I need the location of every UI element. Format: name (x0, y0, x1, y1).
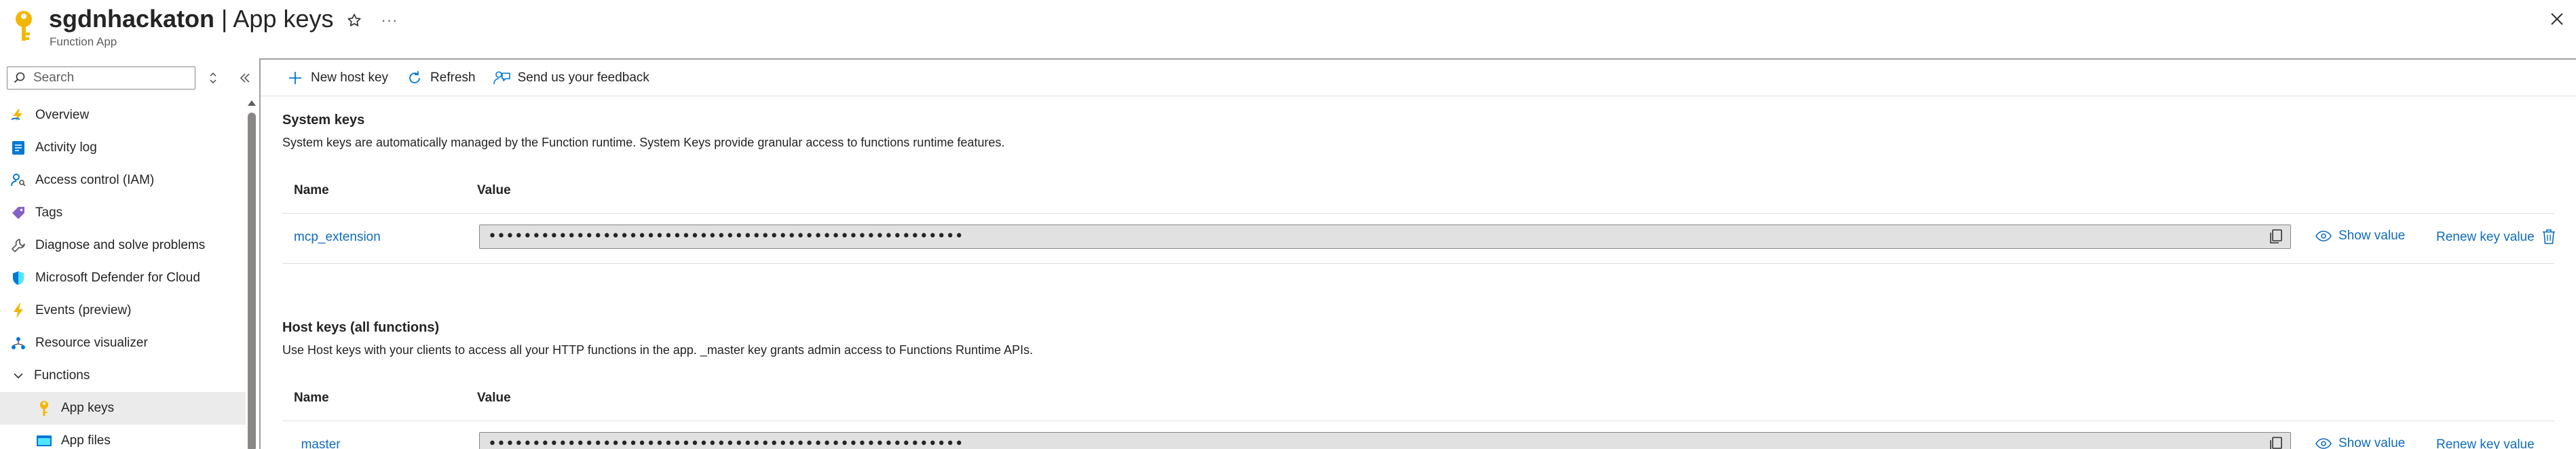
menu-list: Overview Activity log Access control (IA… (0, 99, 246, 449)
host-key-row: _master ••••••••••••••••••••••••••••••••… (282, 421, 2554, 449)
trash-icon (2543, 229, 2555, 244)
search-icon (14, 72, 25, 83)
key-name-link[interactable]: _master (294, 437, 341, 449)
collapse-menu-button[interactable] (235, 68, 255, 88)
wrench-icon (10, 237, 27, 254)
key-value-field[interactable]: ••••••••••••••••••••••••••••••••••••••••… (479, 432, 2291, 449)
menu-item-resource-visualizer[interactable]: Resource visualizer (0, 327, 246, 359)
resource-menu: Search Overview Activity log Access cont… (0, 58, 259, 449)
menu-search-input[interactable]: Search (7, 66, 195, 90)
menu-item-app-keys[interactable]: App keys (0, 392, 246, 425)
resource-type: Function App (50, 35, 117, 48)
host-keys-name-header: Name (294, 391, 329, 405)
menu-item-label: Overview (35, 108, 90, 122)
lightning-icon (10, 302, 27, 319)
sort-icon (210, 72, 216, 84)
show-value-label: Show value (2338, 229, 2406, 243)
more-options-button[interactable]: ··· (377, 8, 402, 33)
menu-item-activity-log[interactable]: Activity log (0, 132, 246, 164)
system-key-row: mcp_extension ••••••••••••••••••••••••••… (282, 214, 2555, 262)
favorite-button[interactable] (342, 8, 366, 33)
menu-item-events[interactable]: Events (preview) (0, 294, 246, 327)
menu-item-app-files[interactable]: App files (0, 425, 246, 449)
host-keys-title: Host keys (all functions) (282, 320, 440, 335)
new-host-key-button[interactable]: New host key (286, 64, 388, 92)
menu-item-access-control[interactable]: Access control (IAM) (0, 164, 246, 197)
scroll-thumb[interactable] (248, 113, 256, 449)
key-value-field[interactable]: ••••••••••••••••••••••••••••••••••••••••… (479, 224, 2291, 249)
eye-icon (2315, 231, 2332, 241)
renew-key-value-button[interactable]: Renew key value (2436, 230, 2535, 245)
system-keys-value-header: Value (477, 183, 511, 197)
plus-icon (286, 69, 304, 87)
menu-item-label: Diagnose and solve problems (35, 238, 206, 252)
delete-key-button[interactable] (2539, 227, 2558, 246)
main-content: New host key Refresh Send us your feedba… (259, 58, 2576, 449)
search-placeholder: Search (33, 71, 75, 85)
show-value-button[interactable]: Show value (2315, 436, 2405, 449)
app-files-icon (35, 432, 53, 449)
menu-item-label: App files (61, 433, 111, 448)
resource-name: sgdnhackaton (49, 5, 215, 33)
copy-icon (2270, 229, 2282, 243)
close-button[interactable] (2543, 5, 2571, 33)
menu-item-label: Access control (IAM) (35, 173, 155, 187)
chevron-down-icon (14, 373, 23, 379)
shield-icon (10, 269, 27, 287)
menu-item-label: Activity log (35, 140, 97, 155)
masked-key-value: ••••••••••••••••••••••••••••••••••••••••… (488, 435, 964, 449)
table-divider (282, 263, 2554, 264)
menu-item-label: Tags (35, 206, 63, 220)
menu-item-label: Microsoft Defender for Cloud (35, 271, 200, 285)
page-header: sgdnhackaton | App keys Function App ··· (0, 0, 2576, 58)
refresh-icon (406, 69, 423, 87)
host-keys-value-header: Value (477, 391, 511, 405)
send-feedback-label: Send us your feedback (517, 70, 649, 85)
renew-key-value-button[interactable]: Renew key value (2436, 437, 2535, 449)
hierarchy-icon (10, 334, 27, 352)
menu-group-label: Functions (34, 368, 90, 383)
key-icon (35, 399, 53, 417)
page-name: App keys (233, 5, 334, 33)
menu-item-defender[interactable]: Microsoft Defender for Cloud (0, 262, 246, 294)
system-keys-title: System keys (282, 113, 365, 128)
key-icon (16, 11, 32, 41)
system-keys-name-header: Name (294, 183, 329, 197)
star-icon (347, 14, 361, 26)
menu-group-functions[interactable]: Functions (0, 359, 246, 392)
activity-log-icon (10, 139, 27, 157)
refresh-label: Refresh (430, 70, 476, 85)
feedback-icon (493, 69, 511, 87)
copy-to-clipboard-button[interactable] (2267, 228, 2285, 246)
masked-key-value: ••••••••••••••••••••••••••••••••••••••••… (488, 228, 964, 245)
system-keys-description: System keys are automatically managed by… (282, 136, 1005, 149)
copy-icon (2270, 437, 2282, 449)
menu-item-label: App keys (61, 401, 115, 415)
menu-item-overview[interactable]: Overview (0, 99, 246, 132)
sort-button[interactable] (204, 68, 223, 88)
double-chevron-left-icon (240, 73, 250, 83)
copy-to-clipboard-button[interactable] (2267, 435, 2285, 449)
show-value-button[interactable]: Show value (2315, 229, 2405, 243)
eye-icon (2315, 438, 2332, 449)
new-host-key-label: New host key (311, 70, 389, 85)
key-name-link[interactable]: mcp_extension (294, 230, 381, 245)
menu-item-label: Events (preview) (35, 303, 132, 317)
close-icon (2551, 13, 2563, 25)
host-keys-description: Use Host keys with your clients to acces… (282, 343, 1034, 357)
tag-icon (10, 204, 27, 222)
title-separator: | (214, 5, 233, 33)
refresh-button[interactable]: Refresh (406, 64, 476, 92)
iam-icon (10, 172, 27, 189)
page-title: sgdnhackaton | App keys (49, 3, 334, 35)
send-feedback-button[interactable]: Send us your feedback (493, 64, 649, 92)
scroll-up-arrow-icon[interactable] (248, 100, 256, 106)
overview-icon (10, 106, 27, 124)
menu-item-tags[interactable]: Tags (0, 197, 246, 229)
menu-item-diagnose[interactable]: Diagnose and solve problems (0, 229, 246, 262)
menu-item-label: Resource visualizer (35, 336, 148, 350)
menu-scrollbar[interactable] (246, 99, 258, 449)
command-bar: New host key Refresh Send us your feedba… (261, 60, 2576, 96)
show-value-label: Show value (2338, 436, 2406, 449)
